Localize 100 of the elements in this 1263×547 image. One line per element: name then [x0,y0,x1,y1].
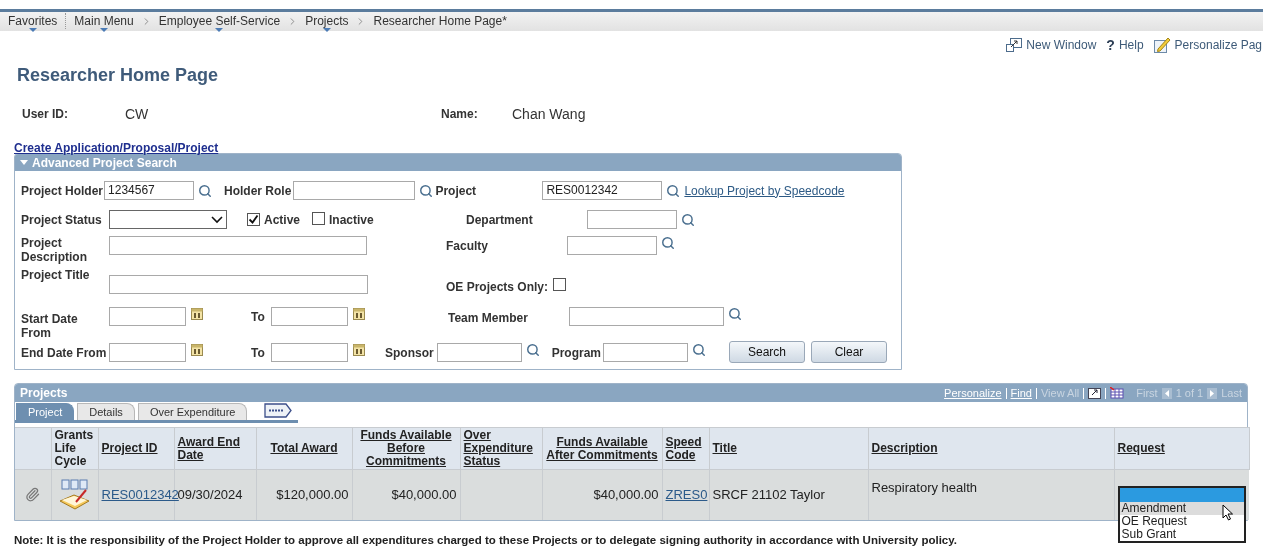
field-label: Project Description [21,236,88,264]
project-id-link[interactable]: RES0012342 [101,487,179,502]
zoom-icon[interactable] [1088,387,1102,399]
paperclip-icon[interactable] [25,487,41,503]
checkbox[interactable] [553,278,567,291]
book-icon[interactable] [57,478,92,511]
checkbox-label: Inactive [329,211,374,229]
clear-button[interactable]: Clear [811,341,888,363]
field-label: Sponsor [385,346,434,360]
text-field[interactable] [587,210,677,229]
text-field[interactable] [569,307,724,326]
field-label: Name: [441,106,479,123]
search-icon[interactable] [692,343,707,357]
breadcrumb-item[interactable]: Employee Self-Service [158,12,281,30]
text-field[interactable] [567,236,657,255]
column-header[interactable]: Request [1114,427,1249,470]
note-text: Note: It is the responsibility of the Project Holder to approve all expenditures charged to these Projects or to delegate signing authority in accordance with University policy. [14,532,957,547]
panel-title: Advanced Project Search [32,155,177,172]
calendar-icon[interactable] [353,343,365,356]
field-label: Project Holder [21,183,104,198]
search-icon[interactable] [198,183,213,198]
column-header[interactable]: Funds Available Before Commitments [352,427,460,470]
calendar-icon[interactable] [191,307,203,320]
table-cell: $40,000.00 [352,469,460,520]
pager-last: Last [1221,385,1242,401]
text-field[interactable] [109,307,186,326]
speedcode-link[interactable]: Lookup Project by Speedcode [684,181,845,200]
text-field[interactable] [109,275,368,294]
column-header[interactable]: Over Expenditure Status [460,427,542,470]
breadcrumb-item[interactable]: Projects [305,12,349,30]
cursor-icon [1221,504,1234,521]
pager-first: First [1136,385,1158,401]
caret-down-icon [100,28,109,32]
column-header[interactable]: Funds Available After Commitments [542,427,662,470]
text-field[interactable]: 1234567 [104,181,195,200]
header-link[interactable]: New Window [1026,36,1097,54]
search-icon[interactable] [419,183,434,198]
text-field[interactable] [436,343,522,362]
text-field[interactable]: RES0012342 [542,181,663,200]
column-header[interactable]: Title [709,427,868,470]
search-icon[interactable] [525,343,540,357]
field-label: Holder Role [224,183,292,198]
table-cell: $40,000.00 [542,469,662,520]
checkbox-label: Active [264,211,301,229]
search-icon[interactable] [666,183,681,198]
field-label: Project Title [21,268,91,282]
text-field[interactable] [109,236,367,255]
grid-tab[interactable]: Over Expenditure [137,403,248,420]
user-id-value: CW [125,104,150,124]
new-window-icon [1006,38,1023,52]
search-icon[interactable] [661,236,675,250]
breadcrumb-item[interactable]: Main Menu [74,12,134,30]
field-label: End Date From [21,346,108,360]
field-label: To [251,310,266,324]
breadcrumb-item[interactable]: Researcher Home Page* [373,12,507,30]
search-button[interactable]: Search [729,341,806,363]
caret-down-icon [28,28,37,32]
dropdown-option[interactable]: Amendment [1119,502,1244,515]
column-header[interactable]: Project ID [98,427,174,470]
next-icon [1207,387,1218,399]
checkbox[interactable] [247,212,260,226]
chevron-down-icon [211,215,223,224]
header-link[interactable]: Help [1118,36,1144,54]
table-cell: SRCF 21102 Taylor [709,469,868,520]
column-header[interactable]: Description [868,427,1114,470]
calendar-icon[interactable] [191,343,203,356]
field-label: Project [435,183,478,198]
spreadsheet-icon[interactable] [1110,387,1125,399]
checkbox[interactable] [312,211,326,225]
field-label: Faculty [446,239,489,253]
text-field[interactable] [603,343,689,362]
grid-tab[interactable]: Details [77,403,135,420]
speed-code-link[interactable]: ZRES0 [665,487,708,502]
panel-title: Projects [20,385,68,402]
column-header[interactable]: Speed Code [662,427,709,470]
text-field[interactable] [271,307,348,326]
field-label: Start Date From [21,312,79,340]
column-header[interactable]: Total Award [256,427,352,470]
field-label: OE Projects Only: [446,280,549,294]
header-link[interactable]: Personalize Pag [1174,36,1262,54]
field-label: Department [466,212,534,227]
search-icon[interactable] [728,307,742,321]
create-link[interactable]: Create Application/Proposal/Project [14,141,219,155]
field-label: User ID: [22,106,69,123]
text-field[interactable] [109,343,186,362]
status-select[interactable] [109,210,227,229]
show-all-columns-icon[interactable] [264,403,293,418]
caret-down-icon [215,28,224,32]
collapse-icon[interactable] [20,159,28,166]
calendar-icon[interactable] [353,307,365,320]
caret-down-icon [322,28,331,32]
text-field[interactable] [293,181,416,200]
pencil-note-icon [1153,37,1171,53]
text-field[interactable] [271,343,348,362]
column-header: Grants Life Cycle [51,427,98,470]
column-header[interactable]: Award End Date [174,427,256,470]
request-dropdown-list[interactable]: Amendment OE Request Sub Grant [1117,486,1246,543]
previous-icon [1161,387,1172,399]
search-icon[interactable] [681,212,695,227]
breadcrumb-item[interactable]: Favorites [8,12,58,30]
